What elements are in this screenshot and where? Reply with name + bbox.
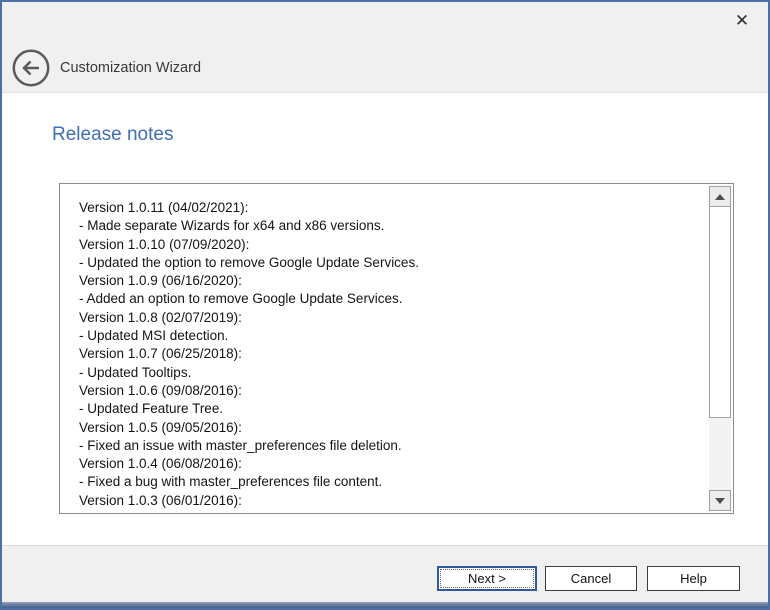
cancel-button[interactable]: Cancel: [545, 566, 637, 591]
back-arrow-icon: [11, 75, 51, 92]
close-icon[interactable]: ✕: [728, 8, 756, 34]
scroll-up-button[interactable]: [709, 186, 731, 207]
next-button[interactable]: Next >: [437, 566, 537, 591]
back-button[interactable]: [11, 48, 51, 88]
wizard-footer: Next > Cancel Help: [2, 545, 768, 602]
release-notes-box[interactable]: Version 1.0.11 (04/02/2021): - Made sepa…: [59, 183, 734, 514]
scrollbar-thumb[interactable]: [709, 207, 731, 418]
wizard-header: Customization Wizard ✕: [2, 2, 768, 93]
window-title: Customization Wizard: [60, 60, 201, 76]
window-bottom-border: [2, 602, 768, 608]
scroll-up-icon: [715, 194, 725, 200]
help-button[interactable]: Help: [647, 566, 740, 591]
scroll-down-button[interactable]: [709, 490, 731, 511]
release-notes-text: Version 1.0.11 (04/02/2021): - Made sepa…: [60, 184, 706, 513]
vertical-scrollbar[interactable]: [709, 186, 731, 511]
scrollbar-track[interactable]: [709, 418, 731, 490]
page-title: Release notes: [52, 124, 173, 146]
wizard-window: Customization Wizard ✕ Release notes Ver…: [0, 0, 770, 610]
scroll-down-icon: [715, 498, 725, 504]
